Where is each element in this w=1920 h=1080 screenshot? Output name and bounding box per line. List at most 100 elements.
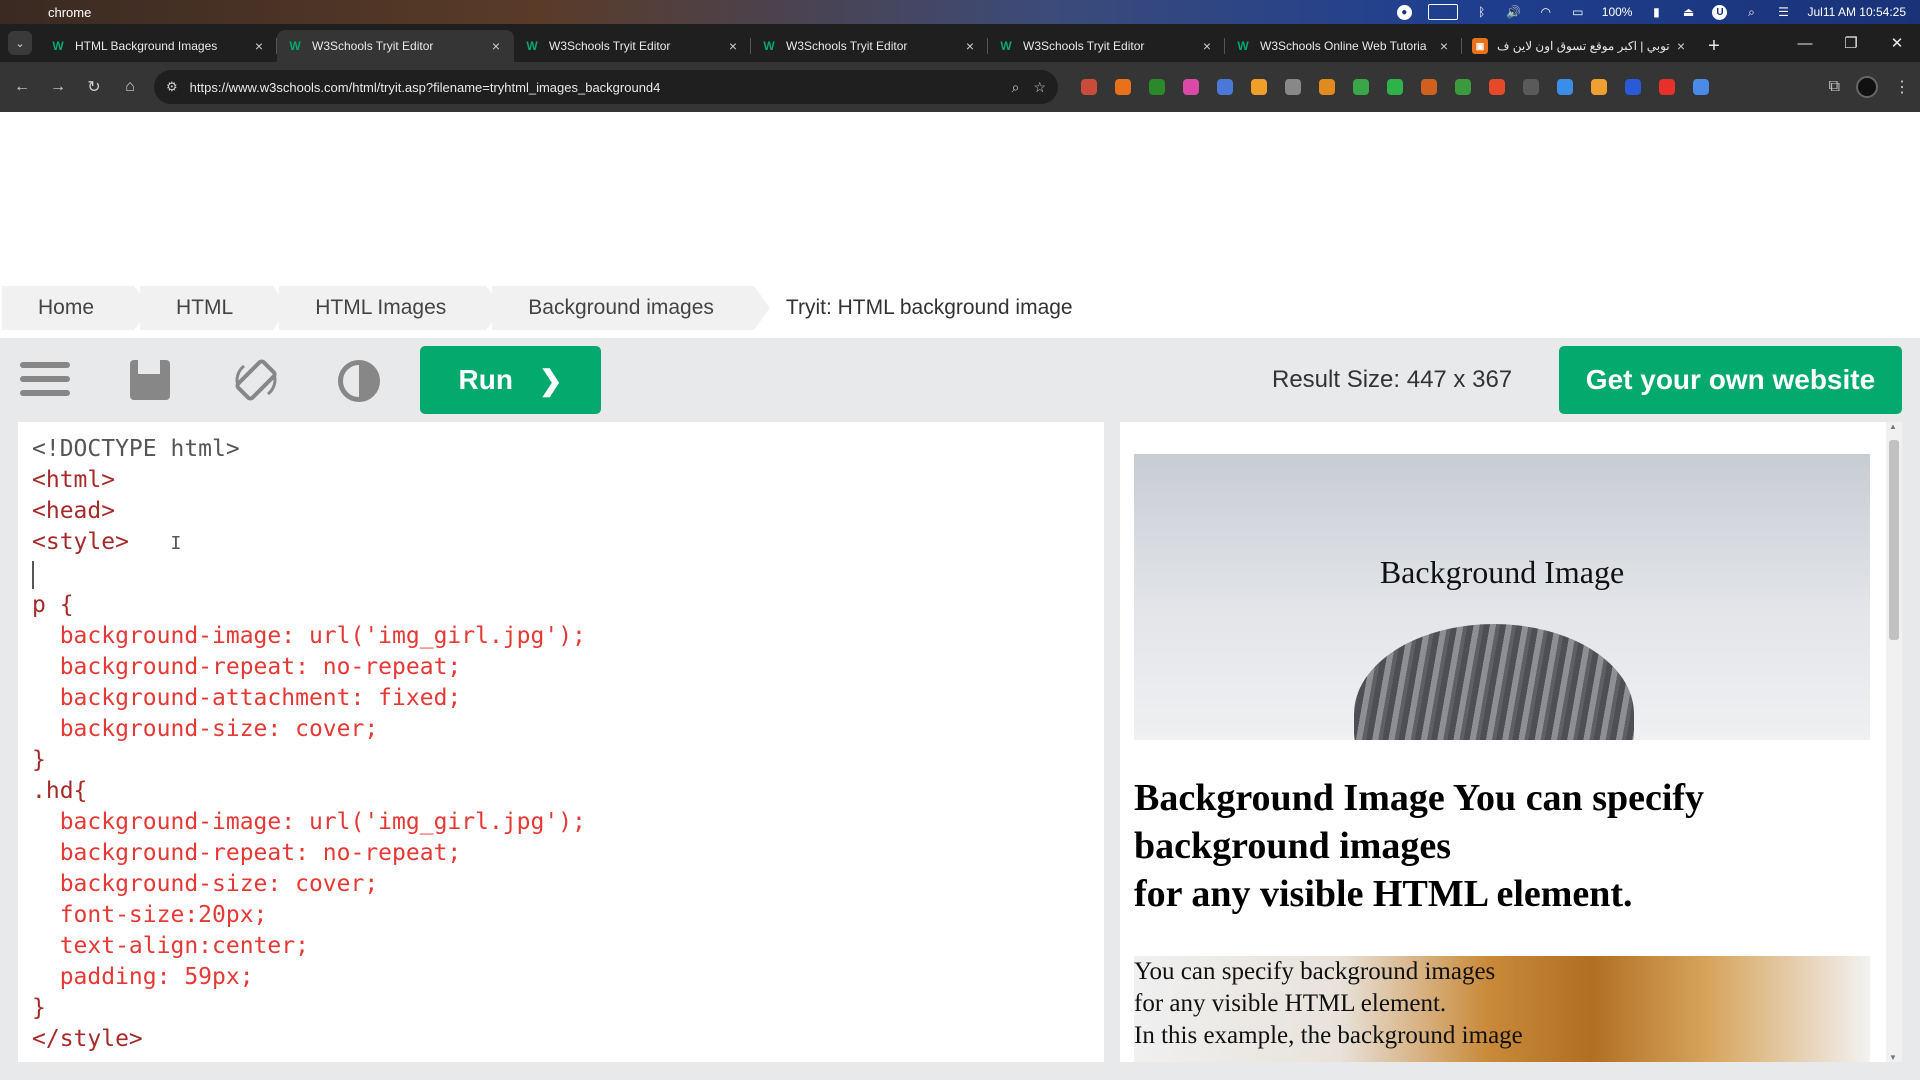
battery-icon[interactable]: ▮	[1648, 5, 1664, 19]
bookmark-star-icon[interactable]: ☆	[1033, 79, 1046, 96]
extension-icon[interactable]	[1353, 79, 1369, 95]
code-line: background-image: url('img_girl.jpg');	[32, 809, 586, 835]
minimize-icon[interactable]: —	[1782, 24, 1828, 62]
chrome-menu-icon[interactable]: ⋮	[1894, 77, 1910, 97]
extension-icon[interactable]	[1421, 79, 1437, 95]
result-scrollbar[interactable]: ▲ ▼	[1886, 422, 1902, 1062]
home-icon[interactable]: ⌂	[112, 69, 148, 105]
os-app-name[interactable]: chrome	[48, 5, 91, 20]
tab-title: HTML Background Images	[75, 39, 218, 53]
address-bar[interactable]: ⚙ https://www.w3schools.com/html/tryit.a…	[154, 70, 1058, 104]
heading-line: background images	[1134, 825, 1452, 867]
extension-icon[interactable]	[1183, 79, 1199, 95]
close-tab-icon[interactable]: ×	[1199, 38, 1215, 54]
close-tab-icon[interactable]: ×	[962, 38, 978, 54]
code-line: <style>	[32, 529, 129, 555]
paragraph-line: for any visible HTML element.	[1134, 990, 1447, 1017]
extension-icon[interactable]	[1217, 79, 1233, 95]
scroll-down-icon[interactable]: ▼	[1889, 1053, 1897, 1062]
tab-title: W3Schools Tryit Editor	[1023, 39, 1145, 53]
paragraph-line: You can specify background images	[1134, 958, 1496, 985]
tryit-toolbar: Run ❯ Result Size: 447 x 367 Get your ow…	[0, 338, 1920, 422]
code-text[interactable]: <!DOCTYPE html> <html> <head> <style> I …	[32, 434, 586, 1055]
tab-search-icon[interactable]: ⌄	[8, 31, 32, 55]
close-window-icon[interactable]: ✕	[1874, 24, 1920, 62]
extensions-puzzle-icon[interactable]: ⧉	[1829, 78, 1840, 96]
rotate-orientation-icon[interactable]	[232, 356, 280, 404]
volume-icon[interactable]: 🔊	[1506, 5, 1522, 19]
profile-avatar[interactable]	[1856, 76, 1878, 98]
result-frame[interactable]: Background Image Background Image You ca…	[1120, 422, 1902, 1062]
get-own-website-button[interactable]: Get your own website	[1559, 346, 1902, 414]
extension-icon[interactable]	[1591, 79, 1607, 95]
extension-icon[interactable]	[1625, 79, 1641, 95]
extension-icon[interactable]	[1319, 79, 1335, 95]
hd-text: Background Image	[1379, 554, 1625, 590]
back-icon[interactable]: ←	[4, 69, 40, 105]
extension-icon[interactable]	[1693, 79, 1709, 95]
w3schools-favicon-icon: W	[52, 39, 64, 53]
user-status-icon[interactable]: ●	[1396, 4, 1412, 20]
forward-icon[interactable]: →	[40, 69, 76, 105]
scrollbar-thumb[interactable]	[1889, 440, 1899, 640]
tab-0[interactable]: W HTML Background Images ×	[40, 30, 277, 62]
eject-icon[interactable]: ⏏	[1680, 5, 1696, 19]
screen-mirror-icon[interactable]: ▭	[1570, 5, 1586, 19]
url-text[interactable]: https://www.w3schools.com/html/tryit.asp…	[190, 80, 998, 95]
tab-1[interactable]: W W3Schools Tryit Editor ×	[277, 30, 514, 62]
toolbar-right: ⧉ ⋮	[1829, 62, 1910, 112]
control-center-icon[interactable]: ☰	[1775, 5, 1791, 19]
extension-icon[interactable]	[1115, 79, 1131, 95]
extension-icon[interactable]	[1455, 79, 1471, 95]
extension-icon[interactable]	[1489, 79, 1505, 95]
tab-2[interactable]: W W3Schools Tryit Editor ×	[514, 30, 751, 62]
text-cursor-icon: I	[170, 533, 182, 554]
zoom-icon[interactable]: ⌕	[1012, 79, 1020, 96]
heading-line: for any visible HTML element.	[1134, 873, 1633, 915]
tab-4[interactable]: W W3Schools Tryit Editor ×	[988, 30, 1225, 62]
code-line: <!DOCTYPE html>	[32, 436, 240, 462]
tab-6[interactable]: ▣ توبي | اكبر موقع تسوق اون لاين ف ×	[1462, 30, 1699, 62]
close-tab-icon[interactable]: ×	[1436, 38, 1452, 54]
extension-icon[interactable]	[1285, 79, 1301, 95]
wifi-icon[interactable]: ◠	[1538, 5, 1554, 19]
scroll-up-icon[interactable]: ▲	[1889, 422, 1897, 431]
close-tab-icon[interactable]: ×	[725, 38, 741, 54]
spotlight-search-icon[interactable]: ⌕	[1743, 5, 1759, 19]
browser-tab-strip: ⌄ W HTML Background Images × W W3Schools…	[0, 24, 1920, 62]
extension-icon[interactable]	[1251, 79, 1267, 95]
extension-icon[interactable]	[1149, 79, 1165, 95]
reload-icon[interactable]: ↻	[76, 69, 112, 105]
extension-icon[interactable]	[1081, 79, 1097, 95]
dark-mode-toggle-icon[interactable]	[338, 360, 380, 402]
hamburger-menu-icon[interactable]	[20, 362, 70, 402]
extension-icon[interactable]	[1557, 79, 1573, 95]
u-app-icon[interactable]: U	[1712, 4, 1728, 20]
code-line: background-repeat: no-repeat;	[32, 654, 462, 680]
display-icon[interactable]	[1427, 4, 1458, 20]
close-tab-icon[interactable]: ×	[1673, 38, 1689, 54]
chevron-right-icon: ❯	[538, 364, 563, 396]
breadcrumb-html-images[interactable]: HTML Images	[279, 286, 503, 330]
extension-icon[interactable]	[1387, 79, 1403, 95]
extension-icon[interactable]	[1523, 79, 1539, 95]
breadcrumb-html[interactable]: HTML	[140, 286, 290, 330]
code-line: background-size: cover;	[32, 716, 379, 742]
tab-3[interactable]: W W3Schools Tryit Editor ×	[751, 30, 988, 62]
extension-icon[interactable]	[1659, 79, 1675, 95]
code-editor[interactable]: <!DOCTYPE html> <html> <head> <style> I …	[18, 422, 1104, 1062]
new-tab-icon[interactable]: +	[1699, 30, 1729, 62]
bluetooth-icon[interactable]: ᛒ	[1474, 5, 1490, 19]
site-info-icon[interactable]: ⚙	[166, 79, 178, 95]
close-tab-icon[interactable]: ×	[488, 38, 504, 54]
breadcrumb-home[interactable]: Home	[2, 286, 151, 330]
breadcrumb-background-images[interactable]: Background images	[492, 286, 770, 330]
close-tab-icon[interactable]: ×	[251, 38, 267, 54]
tab-5[interactable]: W W3Schools Online Web Tutoria ×	[1225, 30, 1462, 62]
bottom-edge	[0, 1062, 1920, 1080]
code-line: background-image: url('img_girl.jpg');	[32, 623, 586, 649]
run-button[interactable]: Run ❯	[420, 346, 601, 414]
save-icon[interactable]	[130, 360, 170, 400]
restore-icon[interactable]: ❐	[1828, 24, 1874, 62]
code-line: <head>	[32, 498, 116, 524]
